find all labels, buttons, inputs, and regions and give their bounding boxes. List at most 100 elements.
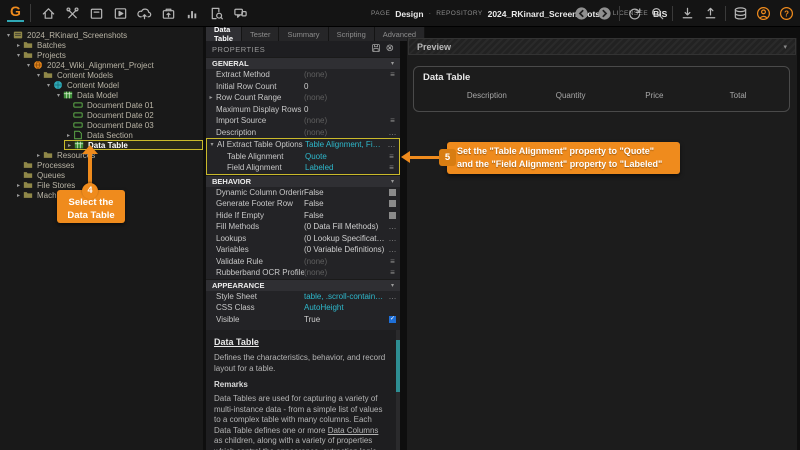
sidebar-item-data-table[interactable]: ▸Data Table (0, 140, 203, 150)
tree-node[interactable]: ▾2024_Wiki_Alignment_Project (24, 60, 156, 70)
property-value[interactable]: (none) (304, 128, 385, 137)
section-header-appearance[interactable]: APPEARANCE▾ (206, 279, 400, 291)
help-scrollbar[interactable] (396, 330, 400, 450)
database-icon[interactable] (732, 5, 749, 22)
property-row-rubberband-ocr-profile[interactable]: Rubberband OCR Profile(none)≡ (206, 267, 400, 279)
sidebar-item-queues[interactable]: Queues (0, 170, 203, 180)
tree-node[interactable]: ▸Batches (14, 40, 68, 50)
ellipsis-icon[interactable]: … (385, 234, 400, 243)
chevron-down-icon[interactable]: ▾ (34, 72, 43, 79)
menu-icon[interactable]: ≡ (385, 70, 400, 79)
document-search-icon[interactable] (208, 5, 225, 22)
chevron-down-icon[interactable]: ▾ (783, 43, 787, 51)
property-value[interactable]: False (304, 188, 385, 197)
chevron-down-icon[interactable]: ▾ (54, 92, 63, 99)
property-row-initial-row-count[interactable]: Initial Row Count0 (206, 81, 400, 93)
help-title-link[interactable]: Data Table (214, 337, 388, 347)
checkbox-unchecked[interactable] (389, 200, 396, 207)
export-briefcase-icon[interactable] (160, 5, 177, 22)
close-icon[interactable]: ⊗ (386, 44, 394, 54)
property-value[interactable]: (none) (304, 93, 385, 102)
property-row-variables[interactable]: Variables(0 Variable Definitions)… (206, 244, 400, 256)
expander-icon[interactable]: ▸ (206, 94, 216, 101)
property-value[interactable]: (none) (304, 257, 385, 266)
checkbox-cell[interactable] (385, 212, 400, 219)
chevron-right-icon[interactable]: ▸ (14, 42, 23, 49)
forward-circle-icon[interactable] (596, 5, 613, 22)
chevron-down-icon[interactable]: ▾ (391, 282, 394, 289)
sidebar-item-content-model[interactable]: ▾Content Model (0, 80, 203, 90)
property-row-ai-extract-table-options[interactable]: ▾AI Extract Table OptionsTable Alignment… (207, 139, 399, 151)
save-icon[interactable] (371, 43, 381, 56)
property-row-description[interactable]: Description(none)… (206, 127, 400, 139)
expander-icon[interactable]: ▾ (207, 141, 217, 148)
property-value[interactable]: (none) (304, 70, 385, 79)
tree-node[interactable]: Processes (14, 160, 76, 170)
property-row-table-alignment[interactable]: Table AlignmentQuote≡ (207, 151, 399, 163)
sidebar-item-file-stores[interactable]: ▸File Stores (0, 180, 203, 190)
user-icon[interactable] (755, 5, 772, 22)
checkbox-unchecked[interactable] (389, 212, 396, 219)
property-value[interactable]: table, .scroll-container (... (304, 292, 385, 301)
chevron-down-icon[interactable]: ▾ (391, 60, 394, 67)
media-box-icon[interactable] (112, 5, 129, 22)
property-row-generate-footer-row[interactable]: Generate Footer RowFalse (206, 198, 400, 210)
tree-node[interactable]: ▾Content Models (34, 70, 115, 80)
property-row-visible[interactable]: VisibleTrue✓ (206, 314, 400, 326)
scrollbar-thumb[interactable] (396, 340, 400, 392)
sidebar-item-batches[interactable]: ▸Batches (0, 40, 203, 50)
property-value[interactable]: False (304, 199, 385, 208)
property-row-style-sheet[interactable]: Style Sheettable, .scroll-container (...… (206, 291, 400, 303)
help-icon[interactable]: ? (778, 5, 795, 22)
bar-chart-icon[interactable] (184, 5, 201, 22)
tab-tester[interactable]: Tester (242, 27, 279, 41)
menu-icon[interactable]: ≡ (385, 257, 400, 266)
property-value[interactable]: Quote (305, 152, 384, 161)
tab-data-table[interactable]: Data Table (206, 27, 242, 41)
property-value[interactable]: 0 (304, 105, 385, 114)
preview-header[interactable]: Preview ▾ (408, 38, 796, 55)
property-value[interactable]: False (304, 211, 385, 220)
property-row-row-count-range[interactable]: ▸Row Count Range(none) (206, 92, 400, 104)
page-value[interactable]: Design (395, 9, 423, 19)
sidebar-item-processes[interactable]: Processes (0, 160, 203, 170)
property-row-import-source[interactable]: Import Source(none)≡ (206, 115, 400, 127)
property-value[interactable]: (0 Variable Definitions) (304, 245, 385, 254)
chevron-right-icon[interactable]: ▸ (65, 142, 74, 149)
property-row-dynamic-column-ordering[interactable]: Dynamic Column OrderingFalse (206, 187, 400, 199)
property-row-css-class[interactable]: CSS ClassAutoHeight (206, 302, 400, 314)
tree-node[interactable]: ▸File Stores (14, 180, 77, 190)
property-row-hide-if-empty[interactable]: Hide If EmptyFalse (206, 210, 400, 222)
chevron-right-icon[interactable]: ▸ (34, 152, 43, 159)
property-value[interactable]: (0 Lookup Specifications) (304, 234, 385, 243)
property-row-extract-method[interactable]: Extract Method(none)≡ (206, 69, 400, 81)
chevron-right-icon[interactable]: ▸ (64, 132, 73, 139)
ellipsis-icon[interactable]: … (385, 245, 400, 254)
data-columns-link[interactable]: Data Columns (328, 426, 379, 435)
home-icon[interactable] (40, 5, 57, 22)
chat-icon[interactable] (232, 5, 249, 22)
property-value[interactable]: (none) (304, 116, 385, 125)
tools-icon[interactable] (64, 5, 81, 22)
ellipsis-icon[interactable]: … (385, 128, 400, 137)
back-circle-icon[interactable] (573, 5, 590, 22)
checkbox-cell[interactable] (385, 200, 400, 207)
sidebar-item-document-date-03[interactable]: Document Date 03 (0, 120, 203, 130)
property-value[interactable]: (none) (304, 268, 385, 277)
section-header-general[interactable]: GENERAL▾ (206, 57, 400, 69)
checkbox-checked[interactable]: ✓ (389, 316, 396, 323)
property-row-field-alignment[interactable]: Field AlignmentLabeled≡ (207, 162, 399, 174)
checkbox-unchecked[interactable] (389, 189, 396, 196)
tab-scripting[interactable]: Scripting (329, 27, 375, 41)
chevron-down-icon[interactable]: ▾ (14, 52, 23, 59)
chevron-right-icon[interactable]: ▸ (14, 192, 23, 199)
property-value[interactable]: (0 Data Fill Methods) (304, 222, 385, 231)
tree-node[interactable]: ▾Data Model (54, 90, 120, 100)
tab-summary[interactable]: Summary (279, 27, 328, 41)
property-value[interactable]: AutoHeight (304, 303, 385, 312)
chevron-right-icon[interactable]: ▸ (14, 182, 23, 189)
section-header-behavior[interactable]: BEHAVIOR▾ (206, 175, 400, 187)
sidebar-item-data-section[interactable]: ▸Data Section (0, 130, 203, 140)
property-value[interactable]: 0 (304, 82, 385, 91)
ellipsis-icon[interactable]: … (385, 222, 400, 231)
